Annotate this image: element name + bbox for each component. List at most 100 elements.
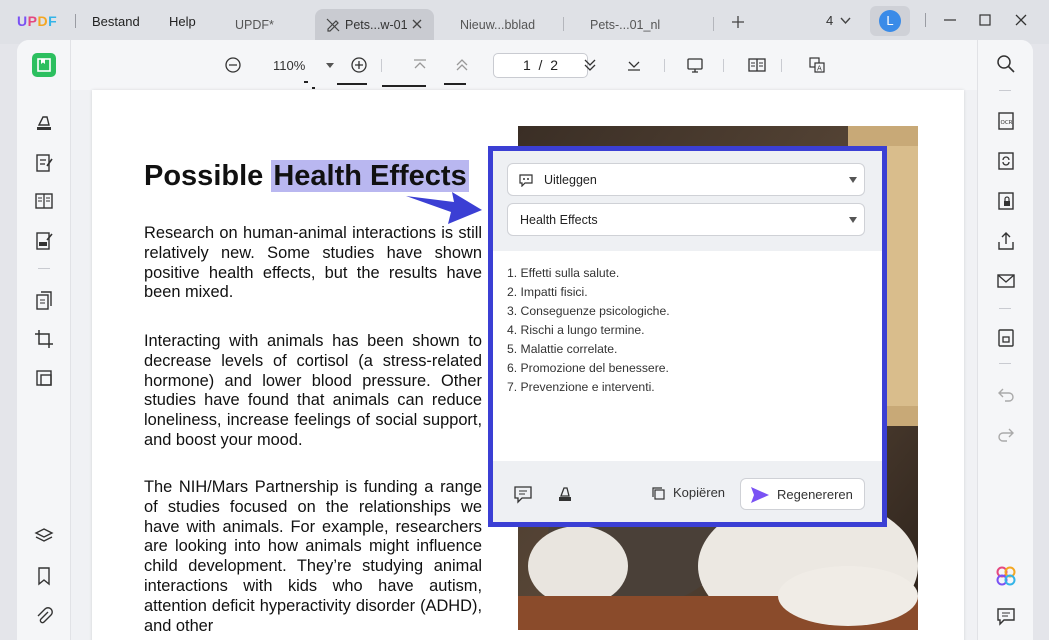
next-page-icon[interactable]	[581, 56, 599, 74]
redo-icon[interactable]	[995, 423, 1017, 445]
tab-pets-nl[interactable]: Pets-...01_nl	[590, 9, 660, 44]
sidebar-divider	[38, 268, 50, 269]
mode-value: Uitleggen	[544, 173, 597, 187]
toolbar-divider	[723, 59, 724, 72]
page-display-icon[interactable]	[748, 56, 766, 74]
toolbar-divider	[664, 59, 665, 72]
save-icon[interactable]	[995, 327, 1017, 349]
selection-dropdown[interactable]: Health Effects	[507, 203, 865, 236]
edit-pdf-icon[interactable]	[33, 152, 55, 174]
convert-icon[interactable]	[33, 290, 55, 312]
maximize-icon[interactable]	[977, 12, 993, 28]
protect-icon[interactable]	[995, 190, 1017, 212]
panel-header: Uitleggen Health Effects	[493, 151, 882, 251]
annotation-arrow	[406, 192, 482, 224]
tab-pets-active[interactable]: Pets...w-01	[315, 9, 434, 44]
copy-label: Kopiëren	[673, 485, 726, 500]
sidebar-divider	[999, 363, 1011, 364]
minimize-icon[interactable]	[942, 12, 958, 28]
paragraph-3: The NIH/Mars Partnership is funding a ra…	[144, 478, 482, 635]
zoom-in-icon[interactable]	[350, 56, 368, 74]
selection-value: Health Effects	[520, 213, 598, 227]
email-icon[interactable]	[995, 270, 1017, 292]
highlight-icon[interactable]	[555, 484, 575, 504]
ai-answer: 1. Effetti sulla salute. 2. Impatti fisi…	[507, 264, 670, 397]
share-icon[interactable]	[995, 230, 1017, 252]
current-page: 1	[522, 57, 531, 73]
close-window-icon[interactable]	[1013, 12, 1029, 28]
ocr-icon[interactable]: OCR	[995, 110, 1017, 132]
tab-nieuw[interactable]: Nieuw...bblad	[460, 9, 535, 44]
caret-down-icon	[849, 217, 857, 223]
slideshow-icon[interactable]	[686, 56, 704, 74]
bookmark-icon[interactable]	[33, 565, 55, 587]
sidebar-divider	[999, 90, 1011, 91]
send-icon	[751, 487, 769, 503]
avatar: L	[879, 10, 901, 32]
answer-line: 3. Conseguenze psicologiche.	[507, 304, 670, 318]
highlight-comment-icon[interactable]	[33, 112, 55, 134]
new-tab-icon[interactable]	[731, 15, 745, 29]
tab-label: Pets...w-01	[345, 18, 408, 32]
first-page-icon[interactable]	[411, 56, 429, 74]
copy-button[interactable]: Kopiëren	[651, 485, 725, 503]
menu-bestand[interactable]: Bestand	[92, 14, 140, 29]
reader-icon	[37, 58, 51, 72]
page-number-field[interactable]: 1 / 2	[493, 53, 588, 78]
mode-dropdown[interactable]: Uitleggen	[507, 163, 865, 196]
regenerate-button[interactable]: Regenereren	[740, 478, 865, 510]
page-separator: /	[538, 57, 543, 73]
answer-line: 6. Promozione del benessere.	[507, 361, 669, 375]
heading-text: Possible	[144, 160, 272, 192]
zoom-level[interactable]: 110%	[273, 58, 305, 73]
ai-assistant-icon[interactable]	[995, 565, 1017, 587]
search-icon[interactable]	[995, 53, 1017, 75]
organize-pages-icon[interactable]	[33, 190, 55, 212]
divider	[925, 13, 926, 27]
account-button[interactable]: L	[870, 6, 910, 36]
svg-text:A: A	[817, 65, 822, 73]
paragraph-2: Interacting with animals has been shown …	[144, 332, 482, 449]
tab-divider	[563, 17, 564, 31]
page-heading: Possible Health Effects	[144, 160, 469, 193]
answer-line: 1. Effetti sulla salute.	[507, 266, 620, 280]
zoom-out-icon[interactable]	[224, 56, 242, 74]
translate-icon[interactable]: A	[808, 56, 826, 74]
crop-icon[interactable]	[33, 328, 55, 350]
compress-icon[interactable]	[33, 367, 55, 389]
tab-divider	[713, 17, 714, 31]
svg-text:OCR: OCR	[1001, 120, 1013, 126]
attachment-icon[interactable]	[33, 605, 55, 627]
toolbar-divider	[381, 59, 382, 72]
chevron-down-icon[interactable]	[839, 14, 852, 27]
right-sidebar: OCR	[977, 40, 1033, 640]
fill-sign-icon[interactable]	[33, 230, 55, 252]
tab-updf[interactable]: UPDF*	[235, 9, 274, 44]
left-sidebar	[17, 40, 71, 640]
undo-icon[interactable]	[995, 383, 1017, 405]
close-tab-icon[interactable]	[410, 17, 424, 31]
last-page-icon[interactable]	[625, 56, 643, 74]
panel-footer: Kopiëren Regenereren	[493, 461, 882, 522]
total-pages: 2	[550, 57, 559, 73]
zoom-dropdown-icon[interactable]	[326, 63, 334, 68]
convert-pdf-icon[interactable]	[995, 150, 1017, 172]
paragraph-1: Research on human-animal interactions is…	[144, 224, 482, 302]
cut-off-line-glyphs	[304, 81, 466, 89]
comment-icon[interactable]	[995, 605, 1017, 627]
highlighted-selection[interactable]: Health Effects	[271, 160, 469, 192]
menu-help[interactable]: Help	[169, 14, 196, 29]
reader-mode-button[interactable]	[32, 53, 56, 77]
answer-line: 5. Malattie correlate.	[507, 342, 618, 356]
explain-icon	[519, 174, 533, 187]
tab-count[interactable]: 4	[826, 13, 833, 28]
edit-off-icon	[326, 18, 340, 32]
layers-icon[interactable]	[33, 525, 55, 547]
sidebar-divider	[999, 308, 1011, 309]
add-comment-icon[interactable]	[513, 484, 533, 504]
caret-down-icon	[849, 177, 857, 183]
copy-icon	[652, 487, 665, 500]
previous-page-icon[interactable]	[453, 56, 471, 74]
toolbar-divider	[781, 59, 782, 72]
answer-line: 4. Rischi a lungo termine.	[507, 323, 645, 337]
